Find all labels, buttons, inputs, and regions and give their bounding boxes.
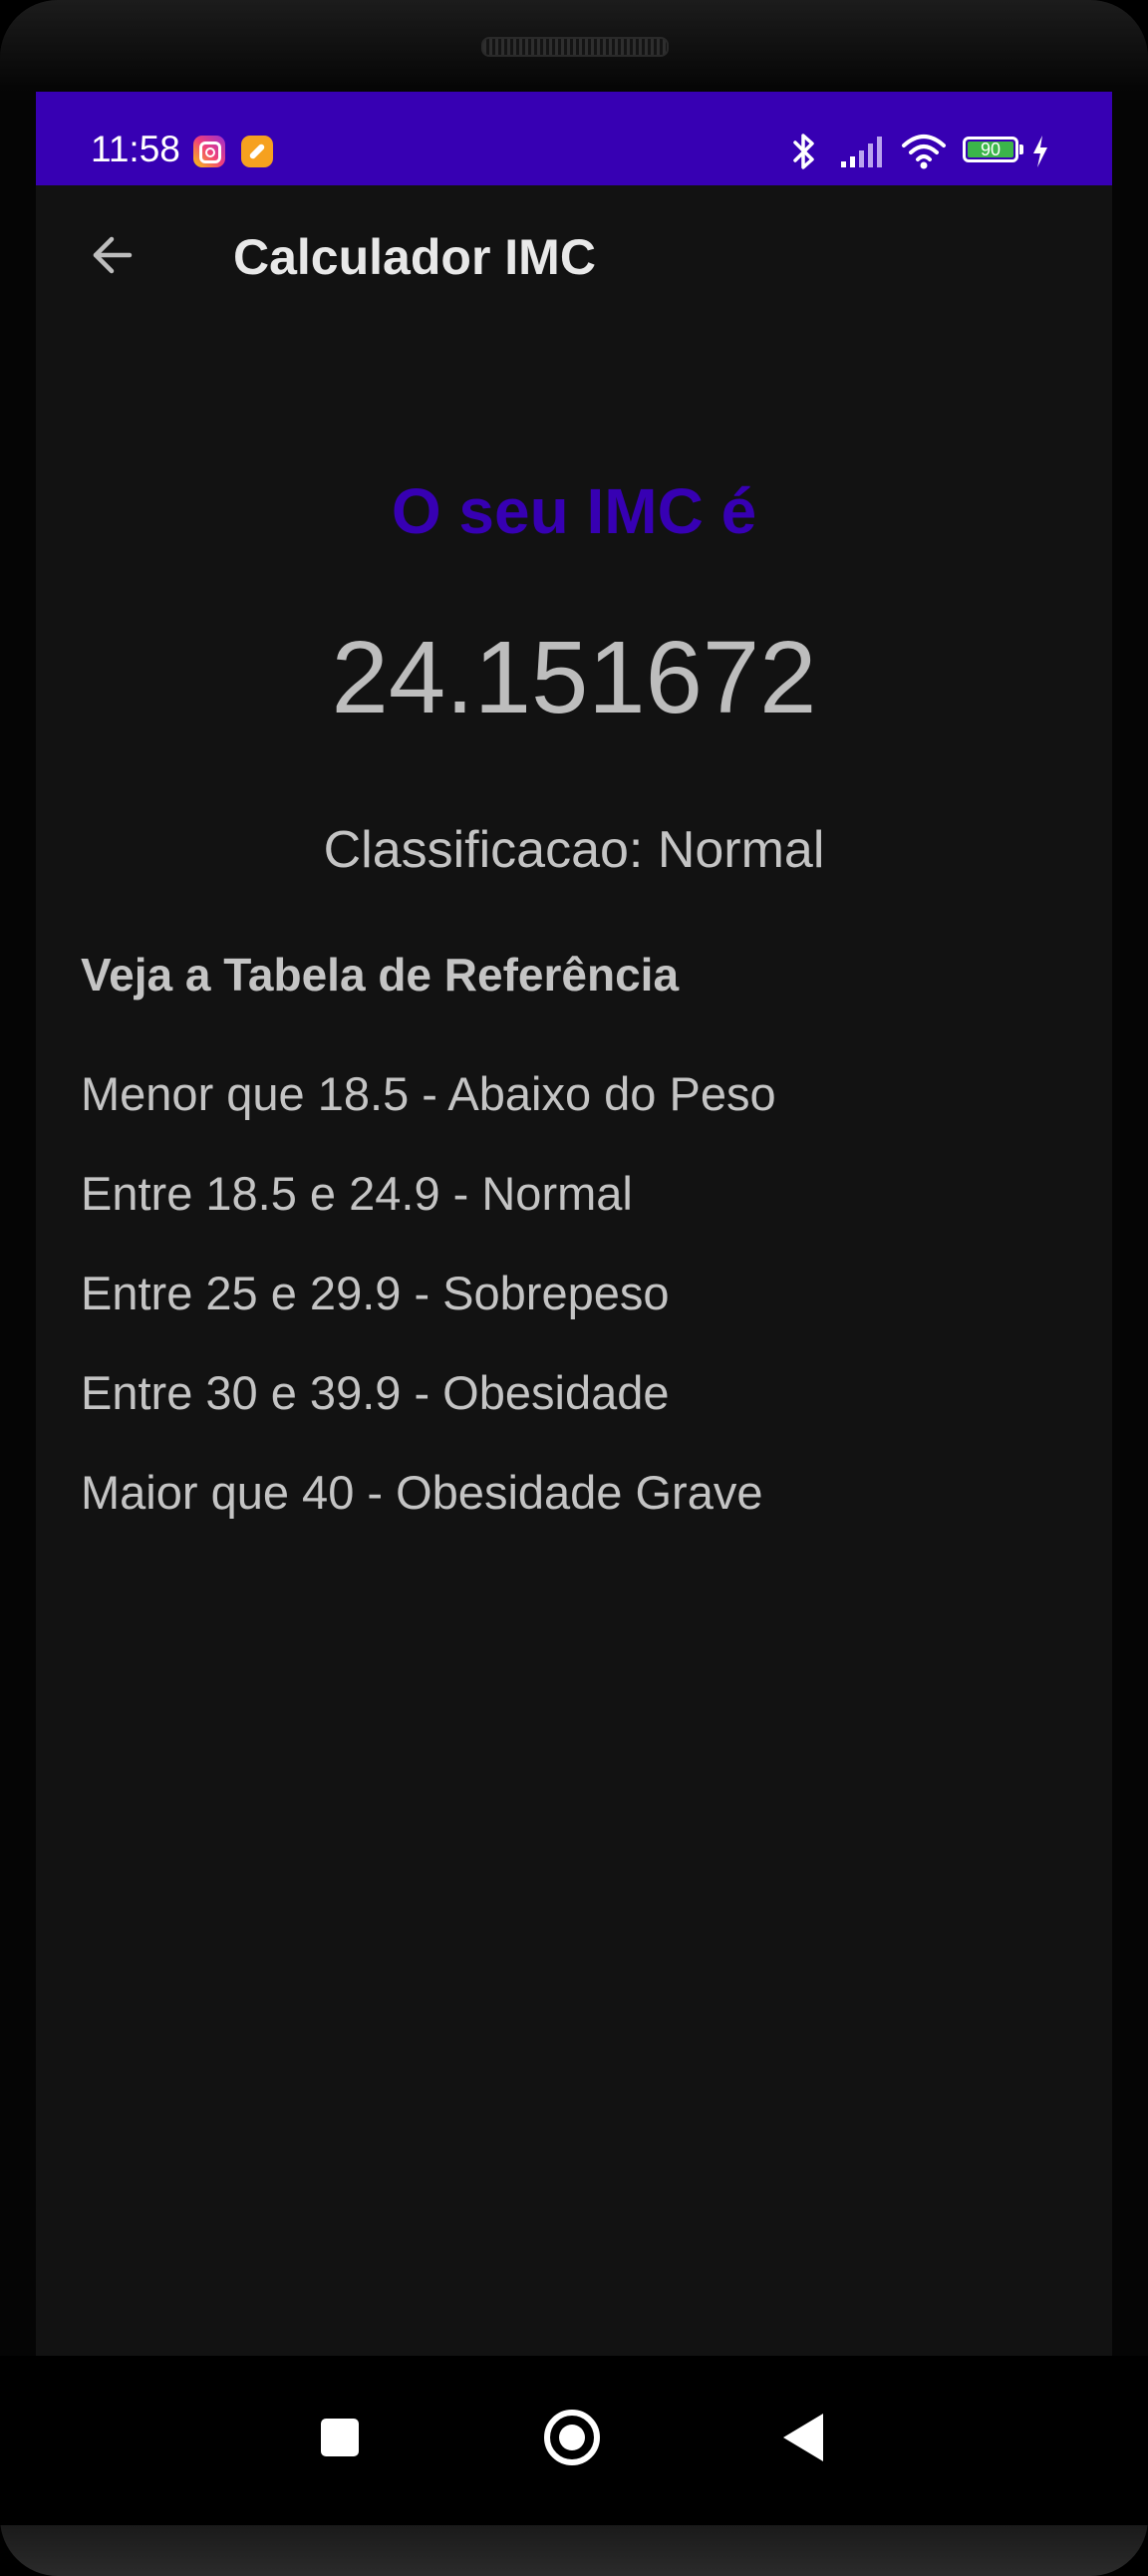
reference-item: Entre 18.5 e 24.9 - Normal [81, 1167, 633, 1220]
home-icon-dot [559, 2425, 585, 2450]
reference-item: Entre 25 e 29.9 - Sobrepeso [81, 1267, 670, 1319]
reference-item: Maior que 40 - Obesidade Grave [81, 1466, 763, 1519]
classification-label: Classificacao: Normal [323, 821, 825, 879]
arrow-left-icon [93, 236, 133, 274]
device-top-bezel [0, 0, 1148, 92]
wifi-icon [902, 135, 946, 169]
reference-table-title: Veja a Tabela de Referência [81, 949, 680, 1001]
status-bar: 11:58 90 [36, 92, 1112, 185]
reference-list: Menor que 18.5 - Abaixo do Peso Entre 18… [81, 1066, 776, 1565]
signal-icon [841, 137, 882, 167]
reference-item: Entre 30 e 39.9 - Obesidade [81, 1366, 670, 1419]
battery-icon: 90 [963, 137, 1018, 162]
screen: 11:58 90 Calculador IMC O seu IMC é 24.1… [36, 92, 1112, 2356]
app-bar: Calculador IMC [36, 185, 1112, 329]
status-time: 11:58 [91, 129, 180, 169]
home-icon[interactable] [544, 2410, 600, 2465]
battery-tip [1019, 144, 1023, 154]
app-title: Calculador IMC [233, 229, 596, 285]
earpiece-speaker [481, 37, 669, 57]
imc-value: 24.151672 [331, 620, 817, 734]
back-button[interactable] [76, 219, 147, 291]
navigation-bar [0, 2356, 1148, 2525]
bluetooth-icon [793, 134, 814, 169]
app-notification-icon [241, 136, 273, 167]
recents-icon[interactable] [321, 2419, 359, 2456]
charging-icon [1033, 136, 1047, 167]
battery-level: 90 [980, 140, 1002, 159]
reference-item: Menor que 18.5 - Abaixo do Peso [81, 1067, 776, 1120]
device-bottom-bezel [0, 2525, 1148, 2576]
instagram-icon [193, 136, 225, 167]
back-triangle-icon[interactable] [783, 2414, 823, 2461]
device-frame: 11:58 90 Calculador IMC O seu IMC é 24.1… [0, 0, 1148, 2576]
result-headline: O seu IMC é [391, 475, 757, 547]
